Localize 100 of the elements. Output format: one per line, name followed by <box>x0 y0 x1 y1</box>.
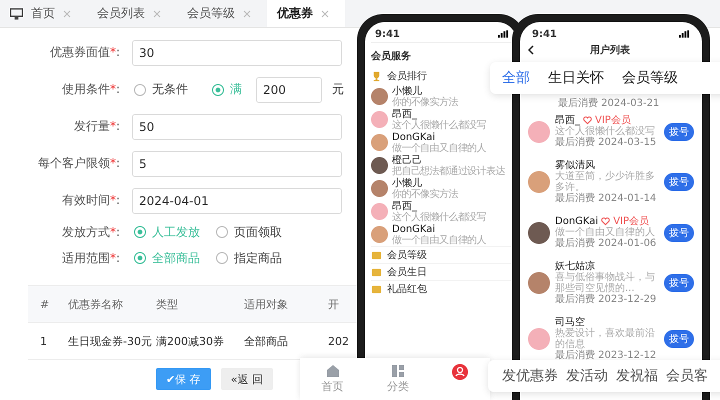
back-button[interactable]: «返 回 <box>220 368 273 390</box>
status-time: 9:41 <box>532 28 557 40</box>
close-icon[interactable] <box>321 10 329 18</box>
avatar <box>528 120 550 142</box>
trophy-icon <box>371 70 382 82</box>
back-icon[interactable] <box>528 45 534 55</box>
close-icon[interactable] <box>153 10 161 18</box>
call-button[interactable]: 拨号 <box>664 330 694 348</box>
input-field[interactable]: 5 <box>132 150 342 176</box>
member-bio: 把自己想法都通过设计表达 <box>392 166 505 176</box>
avatar <box>371 134 388 151</box>
close-icon[interactable] <box>243 10 251 18</box>
radio-button[interactable] <box>134 226 146 238</box>
input-field[interactable]: 2024-04-01 <box>132 188 342 214</box>
member-bio: 这个人很懒什么都没写 <box>392 120 486 130</box>
radio-button[interactable] <box>134 84 146 96</box>
menu-item[interactable]: 礼品红包 <box>387 282 427 296</box>
last-purchase-date: 最后消费 2023-12-12 <box>555 350 658 361</box>
action-item[interactable]: 发活动 <box>566 367 608 385</box>
last-purchase-date: 最后消费 2024-03-21 <box>557 98 660 109</box>
tab[interactable]: 会员列表 <box>87 0 177 27</box>
call-button[interactable]: 拨号 <box>664 173 694 191</box>
input-field[interactable]: 50 <box>132 114 342 140</box>
table-cell-text: 生日现金券-30元 <box>68 334 153 348</box>
user-icon[interactable] <box>452 364 468 380</box>
screen-title: 用户列表 <box>589 43 631 57</box>
action-item[interactable]: 发祝福 <box>616 367 658 385</box>
tab[interactable]: 首页 <box>0 0 87 27</box>
member-bio: 你的不像实方法 <box>392 96 458 108</box>
tab[interactable]: 会员等级 <box>177 0 267 27</box>
tab-label: 会员等级 <box>187 5 235 22</box>
radio-button[interactable] <box>216 226 228 238</box>
avatar <box>371 111 388 128</box>
radio-button[interactable] <box>134 252 146 264</box>
avatar <box>528 222 550 244</box>
user-bio: 做一个自由又自律的人 <box>555 227 656 238</box>
action-item[interactable]: 会员客 <box>666 367 708 385</box>
member-name: 昂西_ <box>392 200 418 212</box>
column-header: # <box>39 298 50 310</box>
column-header: 类型 <box>156 296 179 312</box>
user-name: 昂西_ <box>555 115 580 126</box>
field-label: 有效时间*: <box>60 192 120 209</box>
input-field[interactable]: 30 <box>132 40 342 66</box>
filter-tab[interactable]: 会员等级 <box>622 69 678 87</box>
menu-item[interactable]: 会员排行 <box>387 69 427 83</box>
menu-item[interactable]: 会员等级 <box>387 248 427 262</box>
radio-label: 人工发放 <box>152 224 200 240</box>
field-label: 使用条件*: <box>60 81 120 98</box>
member-name: 小懒儿 <box>392 86 423 96</box>
radio-label: 页面领取 <box>234 224 282 240</box>
call-button[interactable]: 拨号 <box>664 274 694 292</box>
filter-tab[interactable]: 生日关怀 <box>548 69 604 87</box>
user-name: 司马空 <box>555 317 585 328</box>
badge-icon <box>371 250 382 260</box>
call-button[interactable]: 拨号 <box>664 224 694 242</box>
avatar <box>371 157 388 174</box>
tab[interactable]: 优惠券 <box>267 0 345 27</box>
radio-button[interactable] <box>212 84 224 96</box>
column-header: 适用对象 <box>244 296 289 312</box>
last-purchase-date: 最后消费 2024-03-15 <box>555 137 658 148</box>
table-cell-text: 1 <box>39 334 48 348</box>
last-purchase-date: 最后消费 2024-01-06 <box>555 238 658 249</box>
badge-icon <box>371 284 382 294</box>
member-name: DonGKai <box>392 224 436 234</box>
tab-label: 优惠券 <box>277 5 313 22</box>
avatar <box>371 88 388 105</box>
user-bio: 喜与低俗事物战斗，与那些司空见惯的... <box>555 272 656 294</box>
user-name: DonGKai <box>555 216 598 227</box>
avatar <box>528 171 550 193</box>
member-bio: 这个人很懒什么都没写 <box>392 212 486 222</box>
badge-icon <box>371 266 382 278</box>
tab-label: 会员列表 <box>97 5 145 22</box>
avatar <box>528 272 550 294</box>
user-bio: 热爱设计，喜欢最前沿的信息 <box>555 328 656 350</box>
field-label: 发行量*: <box>72 118 120 135</box>
field-label: 优惠券面值*: <box>48 44 120 61</box>
user-name: 雾似清风 <box>555 160 595 171</box>
member-name: DonGKai <box>392 132 436 142</box>
last-purchase-date: 最后消费 2024-01-14 <box>555 193 658 204</box>
radio-label: 指定商品 <box>234 250 282 266</box>
member-name: 昂西_ <box>392 108 418 120</box>
table-cell-text: 全部商品 <box>244 334 289 348</box>
field-label: 每个客户限领*: <box>36 155 120 172</box>
tab-label: 首页 <box>31 5 55 22</box>
call-button[interactable]: 拨号 <box>664 122 694 140</box>
member-bio: 做一个自由又自律的人 <box>392 142 486 154</box>
filter-tab[interactable]: 全部 <box>502 69 530 87</box>
radio-button[interactable] <box>216 252 228 264</box>
unit-label: 元 <box>332 81 344 98</box>
field-label: 适用范围*: <box>60 250 120 266</box>
close-icon[interactable] <box>63 10 71 18</box>
input-field[interactable]: 200 <box>256 76 322 102</box>
vip-tag: VIP会员 <box>613 216 650 227</box>
status-time: 9:41 <box>375 28 400 40</box>
signal-icon <box>679 30 690 38</box>
radio-label: 全部商品 <box>152 250 200 266</box>
menu-item[interactable]: 会员生日 <box>387 265 427 279</box>
last-purchase-date: 最后消费 2023-12-29 <box>555 294 658 305</box>
action-item[interactable]: 发优惠券 <box>502 367 558 385</box>
table-cell-text: 满200减30券 <box>156 334 225 348</box>
